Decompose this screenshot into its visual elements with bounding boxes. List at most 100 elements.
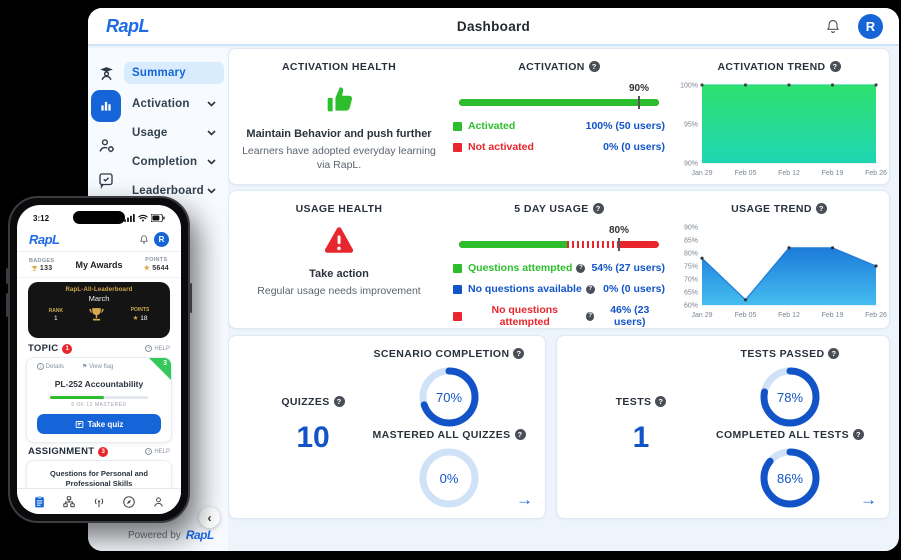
topic-count-badge: 1 (62, 343, 73, 354)
svg-text:Feb 19: Feb 19 (822, 312, 844, 319)
sidebar-item-activation[interactable]: Activation (124, 93, 224, 115)
usage-trend-panel: USAGE TREND? 60% 65% 70% 75% 80% 85% 90% Jan 29… (669, 191, 889, 328)
sidebar-item-completion[interactable]: Completion (124, 151, 224, 173)
topic-card[interactable]: 3 i Details ⚑ View flag PL-252 Accountab… (26, 357, 172, 443)
phone-header: RapL R (17, 227, 181, 252)
take-quiz-button[interactable]: Take quiz (37, 414, 161, 434)
help-icon[interactable]: ? (513, 348, 525, 359)
phone-mockup: 3:12 RapL R BADGES 133 My Awards POINTS … (6, 196, 192, 523)
topic-section-header: TOPIC 1 ? HELP (17, 341, 181, 356)
activation-legend: Activated 100% (50 users) Not activated … (453, 120, 665, 153)
assignment-count-badge: 3 (98, 446, 109, 457)
usage-gauge-panel: 5 DAY USAGE? 80% Questions attempted? 54… (449, 191, 669, 328)
volume-button (6, 293, 8, 317)
sidebar-item-label: Summary (132, 67, 186, 79)
help-icon[interactable]: ? (829, 61, 841, 72)
assignment-title: Questions for Personal and Professional … (50, 469, 148, 488)
topic-section-label: TOPIC (28, 343, 59, 354)
help-icon[interactable]: ? (576, 263, 586, 273)
phone-bell-icon[interactable] (139, 234, 149, 245)
help-icon[interactable]: ? (828, 348, 840, 359)
sidebar-item-usage[interactable]: Usage (124, 122, 224, 144)
learners-icon[interactable] (95, 62, 117, 84)
phone-awards-bar: BADGES 133 My Awards POINTS ★ 5644 (17, 252, 181, 278)
help-icon[interactable]: ? (585, 311, 595, 321)
activation-health-title: ACTIVATION HEALTH (281, 61, 397, 73)
help-icon[interactable]: ? (514, 429, 526, 440)
sidebar-item-label: Usage (132, 127, 168, 139)
legend-row: No questions available? 0% (0 users) (453, 283, 665, 295)
quiz-icon (75, 420, 83, 428)
help-icon[interactable]: ? (585, 284, 595, 294)
svg-text:Feb 05: Feb 05 (735, 170, 757, 177)
app-header: RapL Dashboard R (88, 8, 899, 46)
svg-text:Feb 12: Feb 12 (778, 312, 800, 319)
svg-text:60%: 60% (684, 303, 698, 310)
svg-text:Feb 26: Feb 26 (865, 170, 887, 177)
activation-trend-panel: ACTIVATION TREND? 90% 95% 100% Jan 29 Feb 05… (669, 49, 889, 184)
award-card-month: March (88, 294, 110, 303)
power-button (190, 283, 192, 313)
mastered-quizzes-donut: 0% (417, 446, 481, 510)
star-icon: ★ (132, 315, 139, 322)
nav-explore-icon[interactable] (122, 495, 136, 509)
topic-help-link[interactable]: ? HELP (145, 345, 170, 352)
powered-by-footer: Powered by RapL (128, 528, 214, 542)
svg-text:Feb 12: Feb 12 (778, 170, 800, 177)
notification-bell-icon[interactable] (825, 18, 841, 40)
scenario-completion-group: SCENARIO COMPLETION? 70% (354, 348, 544, 429)
chevron-down-icon (207, 159, 216, 165)
help-icon[interactable]: ? (333, 396, 345, 407)
tests-detail-arrow[interactable]: → (860, 490, 877, 510)
award-points-label: POINTS (130, 307, 150, 313)
reports-icon-active[interactable] (91, 90, 121, 122)
nav-profile-icon[interactable] (152, 495, 165, 509)
usage-card: USAGE HEALTH Take action Regular usage n… (228, 190, 890, 329)
svg-text:Jan 29: Jan 29 (691, 170, 712, 177)
topic-progress-bar (50, 396, 148, 399)
help-icon[interactable]: ? (815, 203, 827, 214)
phone-bottom-nav (17, 488, 181, 514)
badges-value: 133 (39, 264, 53, 272)
quizzes-detail-arrow[interactable]: → (516, 490, 533, 510)
app-window: RapL Dashboard R Summary Activation Usag… (88, 8, 899, 551)
help-icon[interactable]: ? (592, 203, 604, 214)
help-icon[interactable]: ? (853, 429, 865, 440)
nav-org-icon[interactable] (62, 495, 76, 509)
phone-avatar[interactable]: R (154, 231, 169, 247)
activation-card: ACTIVATION HEALTH Maintain Behavior and … (228, 48, 890, 185)
thumbs-up-icon (229, 83, 449, 122)
assignment-help-link[interactable]: ? HELP (145, 448, 170, 455)
nav-tasks-icon[interactable] (33, 495, 46, 509)
user-avatar[interactable]: R (858, 14, 883, 39)
assignment-section-label: ASSIGNMENT (28, 446, 95, 457)
completed-tests-title: COMPLETED ALL TESTS (715, 429, 850, 441)
svg-text:70%: 70% (684, 277, 698, 284)
tests-passed-title: TESTS PASSED (740, 348, 825, 360)
feedback-icon[interactable] (95, 169, 117, 191)
assignment-section-header: ASSIGNMENT 3 ? HELP (17, 444, 181, 459)
sidebar-collapse-button[interactable]: ‹ (199, 507, 220, 528)
scenario-completion-title: SCENARIO COMPLETION (373, 348, 510, 360)
leaderboard-award-card[interactable]: RapL-All-Leaderboard March RANK 1 POINTS ★… (28, 282, 170, 338)
help-icon[interactable]: ? (655, 396, 667, 407)
activation-health-text: Learners have adopted everyday learning … (242, 145, 436, 172)
chevron-down-icon (207, 130, 216, 136)
usage-gauge-title: 5 DAY USAGE (514, 203, 589, 215)
battery-icon (151, 214, 165, 222)
admin-users-icon[interactable] (95, 134, 117, 156)
topic-view-flag-link[interactable]: ⚑ View flag (82, 363, 113, 370)
nav-broadcast-icon[interactable] (92, 495, 106, 509)
help-icon: ? (145, 448, 153, 455)
help-icon[interactable]: ? (588, 61, 600, 72)
sidebar-item-summary[interactable]: Summary (124, 62, 224, 84)
usage-health-title: USAGE HEALTH (295, 203, 383, 215)
wifi-icon (138, 214, 148, 222)
warning-triangle-icon (229, 225, 449, 262)
topic-details-link[interactable]: i Details (37, 363, 64, 370)
rank-value: 1 (54, 314, 58, 322)
usage-health-heading: Take action (309, 268, 369, 280)
topic-corner-badge: 3 (163, 360, 167, 367)
legend-swatch (453, 263, 462, 273)
page-title: Dashboard (456, 19, 531, 34)
